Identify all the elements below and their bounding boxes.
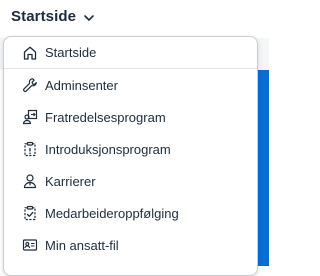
menu-item-label: Startside [45, 45, 97, 60]
menu-item-label: Adminsenter [45, 77, 118, 93]
menu-item-karrierer[interactable]: Karrierer [4, 165, 257, 197]
menu-item-introduksjonsprogram[interactable]: Introduksjonsprogram [4, 133, 257, 165]
page-switcher-menu: Startside Adminsenter Fratredelsesprogra… [3, 36, 258, 276]
menu-item-label: Min ansatt-fil [45, 237, 119, 253]
home-icon [21, 44, 39, 62]
id-card-icon [21, 236, 39, 254]
menu-item-min-ansatt-fil[interactable]: Min ansatt-fil [4, 229, 257, 261]
clipboard-check-icon [21, 204, 39, 222]
menu-item-label: Medarbeideroppfølging [45, 205, 179, 221]
chevron-down-icon [83, 12, 95, 24]
person-icon [21, 172, 39, 190]
menu-item-label: Fratredelsesprogram [45, 109, 166, 125]
person-exit-icon [21, 108, 39, 126]
menu-item-label: Introduksjonsprogram [45, 141, 171, 157]
menu-item-adminsenter[interactable]: Adminsenter [4, 69, 257, 101]
page-title: Startside [11, 8, 77, 25]
menu-item-fratredelsesprogram[interactable]: Fratredelsesprogram [4, 101, 257, 133]
page-switcher-button[interactable]: Startside [11, 8, 95, 25]
menu-item-startside[interactable]: Startside [4, 37, 257, 69]
menu-item-medarbeideroppfolging[interactable]: Medarbeideroppfølging [4, 197, 257, 229]
menu-item-label: Karrierer [45, 173, 96, 189]
wrench-icon [21, 76, 39, 94]
clipboard-icon [21, 140, 39, 158]
app-header: Startside [0, 0, 269, 38]
